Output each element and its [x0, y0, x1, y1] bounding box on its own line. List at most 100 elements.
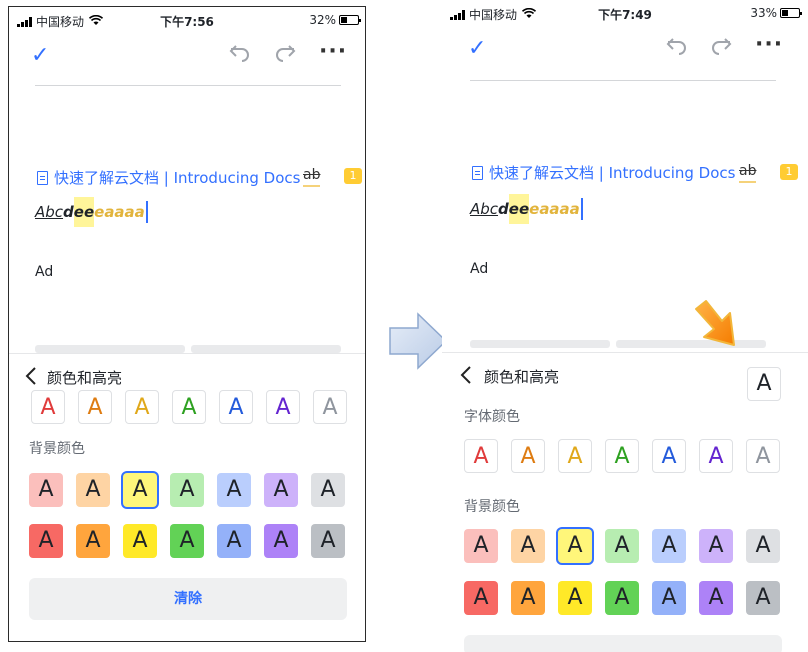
panel-header: 颜色和高亮 A: [442, 363, 808, 401]
strike-chip[interactable]: ab: [739, 163, 757, 183]
more-icon[interactable]: ···: [319, 39, 347, 64]
font-color-swatch[interactable]: A: [266, 390, 300, 424]
styled-text-line[interactable]: Abc d ee eaaaa: [470, 194, 583, 224]
clear-button[interactable]: [464, 635, 782, 652]
bg-color-swatch[interactable]: A: [464, 581, 498, 615]
text-highlighted: ee: [73, 197, 95, 227]
blurred-text: [616, 340, 766, 348]
text-caret: [580, 198, 583, 220]
battery-percent: 32%: [309, 13, 336, 27]
text-colored: eaaaa: [94, 203, 145, 221]
screen-after: 中国移动 下午7:49 33% ✓ ··· 快速了解云文档 | Introduc…: [442, 0, 808, 652]
back-icon[interactable]: [460, 365, 472, 387]
bg-color-swatch[interactable]: A: [558, 529, 592, 563]
font-color-swatch[interactable]: A: [605, 439, 639, 473]
bg-color-swatch[interactable]: A: [699, 529, 733, 563]
comment-badge[interactable]: 1: [780, 164, 798, 180]
font-color-swatch[interactable]: A: [746, 439, 780, 473]
font-color-swatch[interactable]: A: [511, 439, 545, 473]
title-divider: [470, 80, 776, 81]
doc-link[interactable]: 快速了解云文档 | Introducing Docs: [472, 162, 735, 183]
bg-color-swatch[interactable]: A: [511, 529, 545, 563]
check-icon[interactable]: ✓: [31, 43, 49, 68]
redo-icon[interactable]: [274, 41, 296, 69]
bg-color-swatch[interactable]: A: [652, 529, 686, 563]
bg-color-swatch[interactable]: A: [511, 581, 545, 615]
bg-color-swatch[interactable]: A: [264, 473, 298, 507]
bg-color-swatch[interactable]: A: [123, 473, 157, 507]
bg-color-swatch[interactable]: A: [652, 581, 686, 615]
text-highlighted: ee: [508, 194, 530, 224]
text-bold: d: [63, 203, 74, 221]
font-color-swatch[interactable]: A: [313, 390, 347, 424]
undo-icon[interactable]: [229, 41, 251, 69]
redo-icon[interactable]: [710, 34, 732, 62]
text-underline: Abc: [35, 203, 64, 221]
doc-link-text: 快速了解云文档 | Introducing Docs: [54, 169, 301, 187]
font-color-swatch[interactable]: A: [558, 439, 592, 473]
status-right: 32%: [309, 13, 361, 27]
text-colored: eaaaa: [529, 200, 580, 218]
bg-color-swatch[interactable]: A: [76, 473, 110, 507]
battery-icon: [339, 15, 361, 25]
check-icon[interactable]: ✓: [468, 36, 486, 61]
title-divider: [35, 85, 341, 86]
bg-color-swatch[interactable]: A: [217, 524, 251, 558]
blurred-text: [35, 345, 185, 353]
bg-color-swatch[interactable]: A: [311, 524, 345, 558]
more-icon[interactable]: ···: [755, 32, 783, 57]
bg-color-section-title: 背景颜色: [29, 441, 85, 457]
screen-before: 中国移动 下午7:56 32% ✓ ··· 快速了解云文档 | Introduc…: [8, 6, 366, 642]
bg-color-swatch[interactable]: A: [746, 529, 780, 563]
panel-title: 颜色和高亮: [47, 369, 123, 387]
font-color-swatch[interactable]: A: [219, 390, 253, 424]
bg-color-swatch[interactable]: A: [29, 524, 63, 558]
color-panel: 颜色和高亮 AAAAAAA 背景颜色 AAAAAAA AAAAAAA 清除: [9, 353, 365, 641]
undo-icon[interactable]: [666, 34, 688, 62]
bg-color-swatch[interactable]: A: [264, 524, 298, 558]
font-color-swatch[interactable]: A: [125, 390, 159, 424]
doc-link-text: 快速了解云文档 | Introducing Docs: [489, 164, 736, 182]
font-color-swatch[interactable]: A: [699, 439, 733, 473]
text-caret: [145, 201, 148, 223]
font-color-swatch[interactable]: A: [652, 439, 686, 473]
bg-color-swatch[interactable]: A: [29, 473, 63, 507]
document-icon: [37, 170, 48, 185]
bg-color-swatch[interactable]: A: [217, 473, 251, 507]
ad-text: Ad: [470, 261, 489, 277]
transition-arrow-icon: [389, 312, 448, 370]
doc-link[interactable]: 快速了解云文档 | Introducing Docs: [37, 167, 300, 188]
color-preview-button[interactable]: A: [747, 367, 781, 401]
bg-color-swatch[interactable]: A: [746, 581, 780, 615]
bg-color-swatch[interactable]: A: [464, 529, 498, 563]
panel-title: 颜色和高亮: [484, 368, 560, 386]
font-color-swatch[interactable]: A: [172, 390, 206, 424]
font-color-swatch[interactable]: A: [31, 390, 65, 424]
status-bar: 中国移动 下午7:49 33%: [442, 6, 808, 24]
bg-color-swatch[interactable]: A: [699, 581, 733, 615]
clear-button[interactable]: 清除: [29, 578, 347, 620]
bg-color-swatch[interactable]: A: [76, 524, 110, 558]
blurred-text: [470, 340, 610, 348]
font-color-swatch[interactable]: A: [464, 439, 498, 473]
bg-color-swatch[interactable]: A: [311, 473, 345, 507]
panel-header: 颜色和高亮: [9, 364, 365, 390]
bg-color-swatch[interactable]: A: [170, 473, 204, 507]
bg-color-swatch[interactable]: A: [170, 524, 204, 558]
status-bar: 中国移动 下午7:56 32%: [9, 13, 365, 31]
battery-icon: [780, 8, 802, 18]
bg-color-swatch[interactable]: A: [605, 581, 639, 615]
font-color-section-title: 字体颜色: [464, 409, 520, 425]
styled-text-line[interactable]: Abc d ee eaaaa: [35, 197, 148, 227]
pointer-arrow-icon: [695, 300, 735, 346]
document-icon: [472, 165, 483, 180]
font-color-swatch[interactable]: A: [78, 390, 112, 424]
strike-chip[interactable]: ab: [303, 167, 321, 187]
blurred-text: [191, 345, 341, 353]
back-icon[interactable]: [25, 366, 37, 388]
comment-badge[interactable]: 1: [344, 168, 362, 184]
bg-color-swatch[interactable]: A: [605, 529, 639, 563]
bg-color-swatch[interactable]: A: [123, 524, 157, 558]
bg-color-swatch[interactable]: A: [558, 581, 592, 615]
ad-text: Ad: [35, 264, 54, 280]
